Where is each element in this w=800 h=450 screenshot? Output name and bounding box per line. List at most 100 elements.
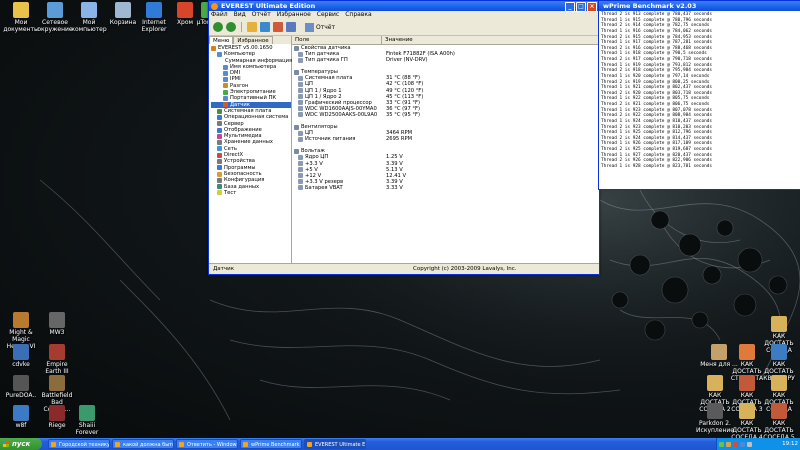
desktop-icon-label: Empire Earth III bbox=[45, 361, 69, 375]
log-line: Thread 1 is 928 complete @ 823,781 secon… bbox=[601, 163, 713, 169]
taskbar-tasks: Городской техникум...какой должна быть..… bbox=[48, 439, 366, 449]
app-shortcut-icon bbox=[47, 2, 63, 18]
report-button[interactable]: Отчёт bbox=[305, 22, 335, 32]
desktop-icon-label: PureDOA.. bbox=[5, 392, 37, 399]
sensor-icon bbox=[298, 88, 303, 94]
sensor-icon bbox=[298, 100, 303, 106]
menu-item[interactable]: Сервис bbox=[317, 11, 339, 19]
desktop-icon[interactable]: Мои документы bbox=[2, 2, 40, 33]
sensor-icon bbox=[298, 130, 303, 136]
app-shortcut-icon bbox=[739, 403, 755, 419]
tray-icon[interactable] bbox=[747, 441, 752, 447]
status-copyright: Copyright (c) 2003-2009 Lavalys, Inc. bbox=[413, 266, 517, 272]
close-button[interactable]: × bbox=[587, 2, 597, 12]
tree-node-icon bbox=[217, 140, 222, 146]
desktop-icon[interactable]: КАК ДОСТАТЬ СОСЕДА 5 bbox=[760, 403, 798, 441]
sensor-field-label: WDC WD2500AAKS-00L9A0 bbox=[305, 111, 378, 118]
tray-icon[interactable] bbox=[733, 441, 738, 447]
tray-icon[interactable] bbox=[719, 441, 724, 447]
sensor-icon bbox=[298, 179, 303, 185]
sensor-icon bbox=[298, 82, 303, 88]
desktop-icon[interactable]: Мой компьютер bbox=[70, 2, 108, 33]
app-shortcut-icon bbox=[49, 344, 65, 360]
column-header-value[interactable]: Значение bbox=[382, 36, 599, 44]
left-pane: Меню Избранное EVEREST v5.00.1650 Компьют… bbox=[209, 36, 292, 264]
wprime-titlebar[interactable]: wPrime Benchmark v2.03 bbox=[599, 1, 800, 11]
taskbar-button[interactable]: EVEREST Ultimate Ed... bbox=[304, 439, 366, 449]
tree-item[interactable]: Тест bbox=[211, 190, 291, 196]
sensor-list: Свойства датчика Тип датчика Fintek F71882… bbox=[292, 45, 599, 191]
tree-node-icon bbox=[217, 158, 222, 164]
tab-menu[interactable]: Меню bbox=[209, 36, 234, 44]
tray-icons bbox=[719, 441, 752, 447]
sensor-value: 35 °C (95 °F) bbox=[386, 111, 420, 118]
app-shortcut-icon bbox=[771, 403, 787, 419]
taskbar-button[interactable]: какой должна быть... bbox=[112, 439, 174, 449]
wprime-window[interactable]: wPrime Benchmark v2.03 Thread 2 is 913 c… bbox=[598, 0, 800, 190]
tray-icon[interactable] bbox=[740, 441, 745, 447]
desktop-icon[interactable]: PureDOA.. bbox=[2, 375, 40, 399]
back-arrow-icon[interactable] bbox=[213, 22, 223, 32]
app-shortcut-icon bbox=[739, 375, 755, 391]
menu-item[interactable]: Файл bbox=[211, 11, 228, 19]
desktop-icon[interactable]: Empire Earth III bbox=[38, 344, 76, 375]
left-tabs: Меню Избранное bbox=[209, 36, 291, 44]
forward-arrow-icon[interactable] bbox=[226, 22, 236, 32]
tree-node-icon bbox=[217, 127, 222, 133]
sensor-field-label: Источник питания bbox=[305, 136, 356, 143]
desktop-icon-label: Мои документы bbox=[3, 19, 39, 33]
sensor-icon bbox=[298, 167, 303, 173]
maximize-button[interactable]: □ bbox=[576, 2, 586, 12]
sensor-icon bbox=[298, 154, 303, 160]
everest-titlebar[interactable]: EVEREST Ultimate Edition _ □ × bbox=[209, 1, 599, 12]
up-folder-icon[interactable] bbox=[247, 22, 257, 32]
desktop-icon[interactable]: Shaiii Forever bbox=[68, 405, 106, 436]
everest-app-icon bbox=[211, 3, 218, 10]
menu-item[interactable]: Отчёт bbox=[252, 11, 271, 19]
sensor-icon bbox=[298, 185, 303, 191]
user-icon[interactable] bbox=[273, 22, 283, 32]
start-button[interactable]: пуск bbox=[0, 438, 42, 450]
tree-item-label: Тест bbox=[224, 189, 237, 196]
tree-node-icon bbox=[223, 83, 228, 89]
menu-item[interactable]: Вид bbox=[234, 11, 246, 19]
everest-window[interactable]: EVEREST Ultimate Edition _ □ × Файл Вид От… bbox=[208, 0, 600, 275]
tray-icon[interactable] bbox=[726, 441, 731, 447]
section-icon bbox=[294, 69, 299, 75]
tree-node-icon bbox=[217, 133, 222, 139]
sensor-icon bbox=[298, 112, 303, 118]
taskbar-button[interactable]: Городской техникум... bbox=[48, 439, 110, 449]
system-tray: 19:12 bbox=[716, 438, 800, 450]
sensor-field: Источник питания bbox=[292, 136, 384, 142]
refresh-icon[interactable] bbox=[260, 22, 270, 32]
tree-node-icon bbox=[223, 96, 228, 102]
section-icon bbox=[294, 45, 299, 51]
toolbar-separator bbox=[241, 22, 242, 32]
taskbar-button[interactable]: wPrime Benchmark v2... bbox=[240, 439, 302, 449]
tree-node-icon bbox=[223, 77, 228, 83]
app-shortcut-icon bbox=[771, 316, 787, 332]
desktop-icon[interactable]: cdvke bbox=[2, 344, 40, 368]
minimize-button[interactable]: _ bbox=[565, 2, 575, 12]
favorites-icon[interactable] bbox=[286, 22, 296, 32]
tree-node-icon bbox=[223, 89, 228, 95]
desktop-icon[interactable]: w8f bbox=[2, 405, 40, 429]
app-shortcut-icon bbox=[49, 405, 65, 421]
tab-favorites[interactable]: Избранное bbox=[233, 36, 273, 44]
sensor-field: WDC WD2500AAKS-00L9A0 bbox=[292, 112, 384, 118]
app-shortcut-icon bbox=[49, 375, 65, 391]
taskbar-button[interactable]: Ответить - Windows... bbox=[176, 439, 238, 449]
desktop-icon[interactable]: MW3 bbox=[38, 312, 76, 336]
sensor-row[interactable]: Батарея VBAT 3.33 V bbox=[292, 185, 599, 191]
menu-item[interactable]: Справка bbox=[345, 11, 371, 19]
wprime-log: Thread 2 is 913 complete @ 780,437 secon… bbox=[599, 11, 800, 170]
app-shortcut-icon bbox=[13, 375, 29, 391]
menu-item[interactable]: Избранное bbox=[277, 11, 311, 19]
desktop-icon[interactable]: Сетевое окружение bbox=[36, 2, 74, 33]
status-left: Датчик bbox=[213, 266, 235, 272]
column-header-field[interactable]: Поле bbox=[292, 36, 382, 44]
app-shortcut-icon bbox=[711, 344, 727, 360]
tree-node-icon bbox=[217, 171, 222, 177]
tree-node-icon bbox=[217, 108, 222, 114]
section-icon bbox=[294, 148, 299, 154]
